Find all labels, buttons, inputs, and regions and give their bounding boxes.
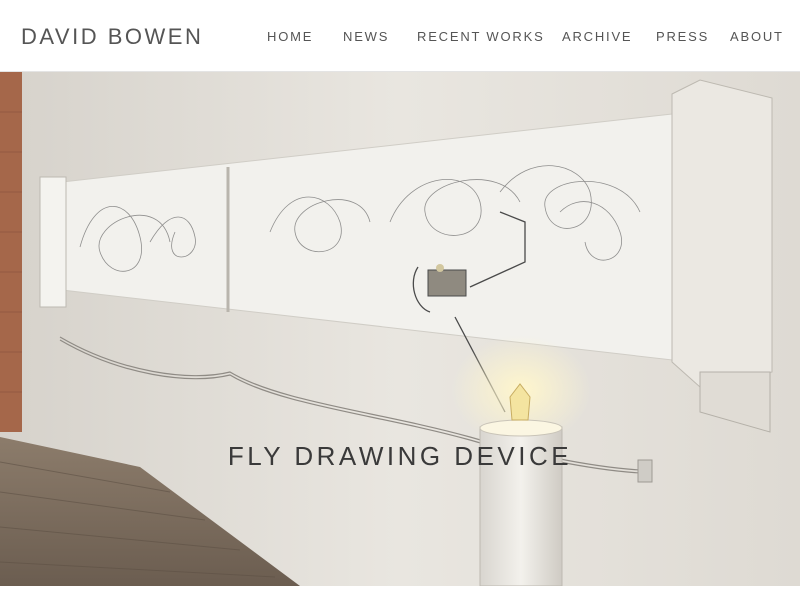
hero-banner[interactable]: FLY DRAWING DEVICE xyxy=(0,72,800,586)
nav-item-recent-works[interactable]: RECENT WORKS xyxy=(417,29,545,44)
main-nav: HOME NEWS RECENT WORKS ARCHIVE PRESS ABO… xyxy=(0,29,800,45)
nav-item-home[interactable]: HOME xyxy=(267,29,313,44)
nav-item-press[interactable]: PRESS xyxy=(656,29,709,44)
site-header: DAVID BOWEN HOME NEWS RECENT WORKS ARCHI… xyxy=(0,0,800,72)
hero-photo xyxy=(0,72,800,586)
footer-strip xyxy=(0,586,800,600)
nav-item-archive[interactable]: ARCHIVE xyxy=(562,29,632,44)
nav-item-news[interactable]: NEWS xyxy=(343,29,389,44)
hero-title[interactable]: FLY DRAWING DEVICE xyxy=(0,441,800,472)
nav-item-about[interactable]: ABOUT xyxy=(730,29,784,44)
